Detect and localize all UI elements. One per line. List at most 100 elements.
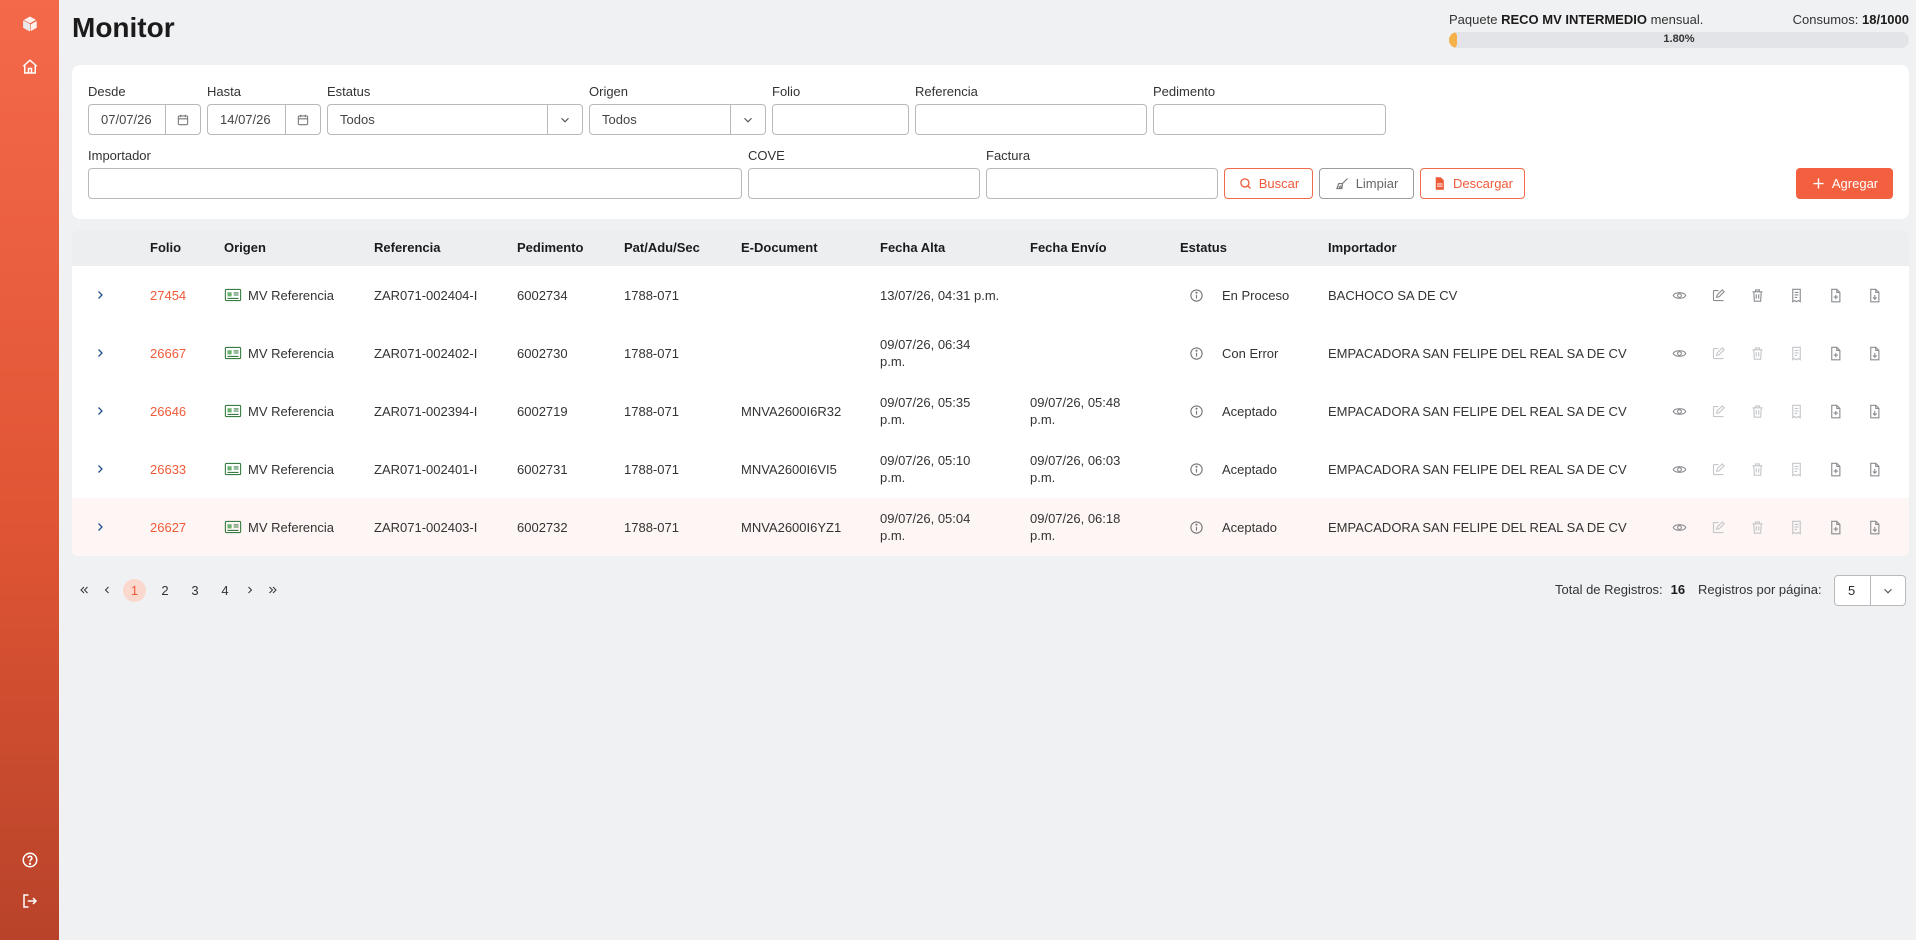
limpiar-button[interactable]: Limpiar (1319, 168, 1414, 199)
page-1[interactable]: 1 (123, 579, 146, 602)
agregar-button[interactable]: Agregar (1796, 168, 1893, 199)
pedimento-input[interactable] (1153, 104, 1386, 135)
view-icon[interactable] (1670, 460, 1688, 478)
trash-icon[interactable] (1748, 460, 1766, 478)
file-add-icon[interactable] (1826, 402, 1844, 420)
receipt-icon[interactable] (1787, 460, 1805, 478)
descargar-button[interactable]: Descargar (1420, 168, 1525, 199)
prev-page-icon[interactable] (100, 579, 114, 601)
file-download-icon[interactable] (1865, 402, 1883, 420)
trash-icon[interactable] (1748, 402, 1766, 420)
file-add-icon[interactable] (1826, 460, 1844, 478)
row-folio[interactable]: 26627 (150, 498, 186, 556)
desde-date-input[interactable]: 07/07/26 (88, 104, 201, 135)
table-row[interactable]: 26633 MV Referencia ZAR071-002401-I 6002… (72, 440, 1909, 498)
chevron-right-icon[interactable] (94, 324, 106, 382)
calendar-icon[interactable] (285, 105, 320, 134)
chevron-down-icon[interactable] (1870, 576, 1905, 605)
row-estatus: Aceptado (1222, 519, 1277, 535)
info-icon[interactable] (1189, 382, 1204, 440)
logo-cube-icon[interactable] (17, 11, 42, 36)
file-download-icon[interactable] (1865, 460, 1883, 478)
chevron-right-icon[interactable] (94, 382, 106, 440)
row-folio[interactable]: 27454 (150, 266, 186, 324)
header-e-document[interactable]: E-Document (741, 240, 818, 255)
edit-icon[interactable] (1709, 518, 1727, 536)
perpage-select[interactable]: 5 (1834, 575, 1906, 606)
hasta-date-input[interactable]: 14/07/26 (207, 104, 321, 135)
home-icon[interactable] (17, 54, 42, 79)
info-icon[interactable] (1189, 498, 1204, 556)
info-icon[interactable] (1189, 324, 1204, 382)
page-3[interactable]: 3 (188, 579, 202, 601)
info-icon[interactable] (1189, 440, 1204, 498)
header-pedimento[interactable]: Pedimento (517, 240, 583, 255)
trash-icon[interactable] (1748, 518, 1766, 536)
view-icon[interactable] (1670, 402, 1688, 420)
chevron-right-icon[interactable] (94, 440, 106, 498)
file-add-icon[interactable] (1826, 286, 1844, 304)
next-page-icon[interactable] (243, 579, 257, 601)
chevron-right-icon[interactable] (94, 498, 106, 556)
cove-input[interactable] (748, 168, 980, 199)
table-row[interactable]: 26646 MV Referencia ZAR071-002394-I 6002… (72, 382, 1909, 440)
edit-icon[interactable] (1709, 460, 1727, 478)
trash-icon[interactable] (1748, 286, 1766, 304)
header-pat-adu-sec[interactable]: Pat/Adu/Sec (624, 240, 700, 255)
header-estatus[interactable]: Estatus (1180, 240, 1227, 255)
fecha-envio-line2: p.m. (1030, 528, 1056, 543)
page-4[interactable]: 4 (218, 579, 232, 601)
calendar-icon[interactable] (165, 105, 200, 134)
row-e-document: MNVA2600I6R32 (741, 403, 842, 419)
file-download-icon[interactable] (1865, 344, 1883, 362)
header-fecha-alta[interactable]: Fecha Alta (880, 240, 945, 255)
estatus-select[interactable]: Todos (327, 104, 583, 135)
chevron-down-icon[interactable] (547, 105, 582, 134)
info-icon[interactable] (1189, 266, 1204, 324)
page-2[interactable]: 2 (158, 579, 172, 601)
row-fecha-alta: 09/07/26, 05:35 p.m. (880, 382, 970, 440)
edit-icon[interactable] (1709, 286, 1727, 304)
header-fecha-envio[interactable]: Fecha Envío (1030, 240, 1107, 255)
table-row[interactable]: 26667 MV Referencia ZAR071-002402-I 6002… (72, 324, 1909, 382)
row-pat-adu-sec: 1788-071 (624, 403, 679, 419)
receipt-icon[interactable] (1787, 344, 1805, 362)
file-download-icon[interactable] (1865, 518, 1883, 536)
view-icon[interactable] (1670, 286, 1688, 304)
row-folio[interactable]: 26646 (150, 382, 186, 440)
receipt-icon[interactable] (1787, 286, 1805, 304)
referencia-input[interactable] (915, 104, 1147, 135)
package-name: RECO MV INTERMEDIO (1501, 12, 1647, 27)
view-icon[interactable] (1670, 344, 1688, 362)
trash-icon[interactable] (1748, 344, 1766, 362)
file-add-icon[interactable] (1826, 518, 1844, 536)
receipt-icon[interactable] (1787, 402, 1805, 420)
importador-input[interactable] (88, 168, 742, 199)
row-folio[interactable]: 26633 (150, 440, 186, 498)
header-origen[interactable]: Origen (224, 240, 266, 255)
row-folio[interactable]: 26667 (150, 324, 186, 382)
last-page-icon[interactable] (265, 579, 281, 601)
header-referencia[interactable]: Referencia (374, 240, 440, 255)
total-records: Total de Registros: 16 (1555, 582, 1685, 597)
file-add-icon[interactable] (1826, 344, 1844, 362)
table-row[interactable]: 27454 MV Referencia ZAR071-002404-I 6002… (72, 266, 1909, 324)
chevron-right-icon[interactable] (94, 266, 106, 324)
header-folio[interactable]: Folio (150, 240, 181, 255)
view-icon[interactable] (1670, 518, 1688, 536)
agregar-label: Agregar (1831, 176, 1879, 191)
chevron-down-icon[interactable] (730, 105, 765, 134)
receipt-icon[interactable] (1787, 518, 1805, 536)
header-importador[interactable]: Importador (1328, 240, 1397, 255)
logout-icon[interactable] (17, 888, 42, 913)
edit-icon[interactable] (1709, 402, 1727, 420)
folio-input[interactable] (772, 104, 909, 135)
first-page-icon[interactable] (76, 579, 92, 601)
file-download-icon[interactable] (1865, 286, 1883, 304)
help-icon[interactable] (17, 847, 42, 872)
table-row[interactable]: 26627 MV Referencia ZAR071-002403-I 6002… (72, 498, 1909, 556)
buscar-button[interactable]: Buscar (1224, 168, 1313, 199)
edit-icon[interactable] (1709, 344, 1727, 362)
origen-select[interactable]: Todos (589, 104, 766, 135)
factura-input[interactable] (986, 168, 1218, 199)
